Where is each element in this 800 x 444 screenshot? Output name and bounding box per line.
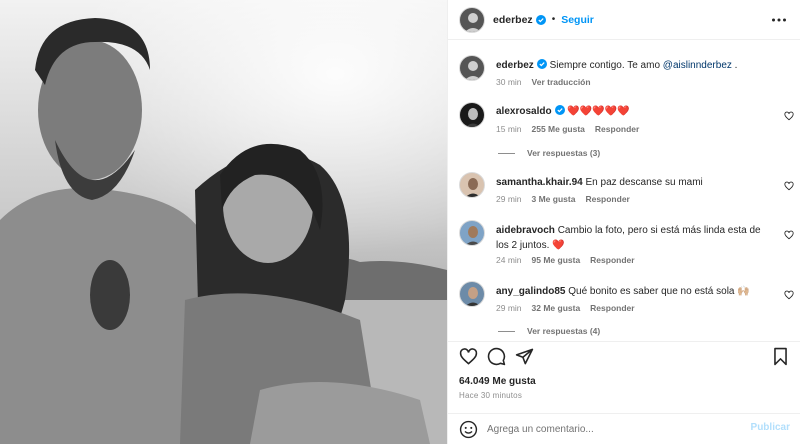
comment-item: alexrosaldo ❤️❤️❤️❤️❤️ 15 min 255 Me gust… <box>459 102 794 142</box>
verified-badge-icon <box>554 105 565 115</box>
comment-username[interactable]: samantha.khair.94 <box>496 177 583 188</box>
comment-body: ❤️❤️❤️❤️❤️ <box>567 106 630 117</box>
verified-badge-icon <box>535 14 546 25</box>
author-username[interactable]: ederbez <box>493 14 533 26</box>
comment-meta: 15 min 255 Me gusta Responder <box>496 124 649 134</box>
post-header: ederbez • Seguir <box>448 0 800 40</box>
caption-mention[interactable]: @aislinnderbez <box>663 60 732 71</box>
view-replies-label: Ver respuestas (3) <box>527 148 601 158</box>
like-comment-heart-icon[interactable] <box>784 290 794 300</box>
comment-likes[interactable]: 3 Me gusta <box>532 194 576 204</box>
separator-dot: • <box>551 14 556 25</box>
comment-composer: Publicar <box>448 413 800 444</box>
comment-text: alexrosaldo ❤️❤️❤️❤️❤️ <box>496 104 776 119</box>
comment-meta: 29 min 32 Me gusta Responder <box>496 303 645 313</box>
comment-item: samantha.khair.94 En paz descanse su mam… <box>459 172 794 212</box>
more-options-icon[interactable] <box>771 12 787 28</box>
reply-button[interactable]: Responder <box>585 194 629 204</box>
like-comment-heart-icon[interactable] <box>784 230 794 240</box>
likes-count[interactable]: 64.049 Me gusta <box>459 376 536 387</box>
comment-meta: 24 min 95 Me gusta Responder <box>496 255 645 265</box>
comment-body: En paz descanse su mami <box>585 177 703 188</box>
post-time: Hace 30 minutos <box>459 391 523 400</box>
comment-username[interactable]: alexrosaldo <box>496 106 552 117</box>
comment-time: 29 min <box>496 303 522 313</box>
reply-button[interactable]: Responder <box>590 255 634 265</box>
comment-username[interactable]: any_galindo85 <box>496 286 565 297</box>
comment-text: any_galindo85 Qué bonito es saber que no… <box>496 284 776 299</box>
comment-avatar[interactable] <box>459 281 485 307</box>
caption-body: Siempre contigo. Te amo <box>549 60 663 71</box>
comment-item: aidebravoch Cambio la foto, pero si está… <box>459 220 794 270</box>
comment-body: Qué bonito es saber que no está sola 🙌🏼 <box>568 286 750 297</box>
comment-likes[interactable]: 255 Me gusta <box>532 124 585 134</box>
reply-button[interactable]: Responder <box>590 303 634 313</box>
caption-avatar[interactable] <box>459 55 485 81</box>
caption-text: ederbez Siempre contigo. Te amo @aislinn… <box>496 58 776 73</box>
post-photo[interactable] <box>0 0 447 444</box>
like-comment-heart-icon[interactable] <box>784 181 794 191</box>
comment-avatar[interactable] <box>459 102 485 128</box>
translate-link[interactable]: Ver traducción <box>532 77 591 87</box>
caption-time: 30 min <box>496 77 522 87</box>
comments-list: ederbez Siempre contigo. Te amo @aislinn… <box>448 41 800 341</box>
post-actions: 64.049 Me gusta Hace 30 minutos Publicar <box>448 341 800 444</box>
publish-button[interactable]: Publicar <box>751 422 790 433</box>
post-side-panel: ederbez • Seguir ederbez Siempre contigo… <box>447 0 800 444</box>
comment-text: aidebravoch Cambio la foto, pero si está… <box>496 223 768 253</box>
caption-end: . <box>731 60 738 71</box>
replies-line <box>498 330 515 332</box>
comment-time: 29 min <box>496 194 522 204</box>
save-bookmark-icon[interactable] <box>771 347 790 366</box>
share-icon[interactable] <box>515 347 534 366</box>
comment-time: 24 min <box>496 255 522 265</box>
comment-input[interactable] <box>487 421 727 437</box>
view-replies-button[interactable]: Ver respuestas (4) <box>498 326 600 336</box>
comment-username[interactable]: aidebravoch <box>496 225 555 236</box>
comment-likes[interactable]: 32 Me gusta <box>532 303 581 313</box>
like-heart-icon[interactable] <box>459 347 478 366</box>
comment-time: 15 min <box>496 124 522 134</box>
follow-button[interactable]: Seguir <box>561 14 594 26</box>
caption-username[interactable]: ederbez <box>496 60 534 71</box>
verified-badge-icon <box>536 59 547 69</box>
author-avatar[interactable] <box>459 6 485 33</box>
comment-avatar[interactable] <box>459 172 485 198</box>
caption-meta: 30 min Ver traducción <box>496 77 601 87</box>
view-replies-button[interactable]: Ver respuestas (3) <box>498 148 600 158</box>
couple-photo <box>0 0 447 444</box>
comment-likes[interactable]: 95 Me gusta <box>532 255 581 265</box>
reply-button[interactable]: Responder <box>595 124 639 134</box>
comment-meta: 29 min 3 Me gusta Responder <box>496 194 640 204</box>
emoji-icon[interactable] <box>459 420 478 439</box>
comment-item: any_galindo85 Qué bonito es saber que no… <box>459 281 794 321</box>
view-replies-label: Ver respuestas (4) <box>527 326 601 336</box>
comment-avatar[interactable] <box>459 220 485 246</box>
comment-icon[interactable] <box>487 347 506 366</box>
replies-line <box>498 152 515 154</box>
caption: ederbez Siempre contigo. Te amo @aislinn… <box>459 55 789 95</box>
like-comment-heart-icon[interactable] <box>784 111 794 121</box>
comment-text: samantha.khair.94 En paz descanse su mam… <box>496 175 776 190</box>
